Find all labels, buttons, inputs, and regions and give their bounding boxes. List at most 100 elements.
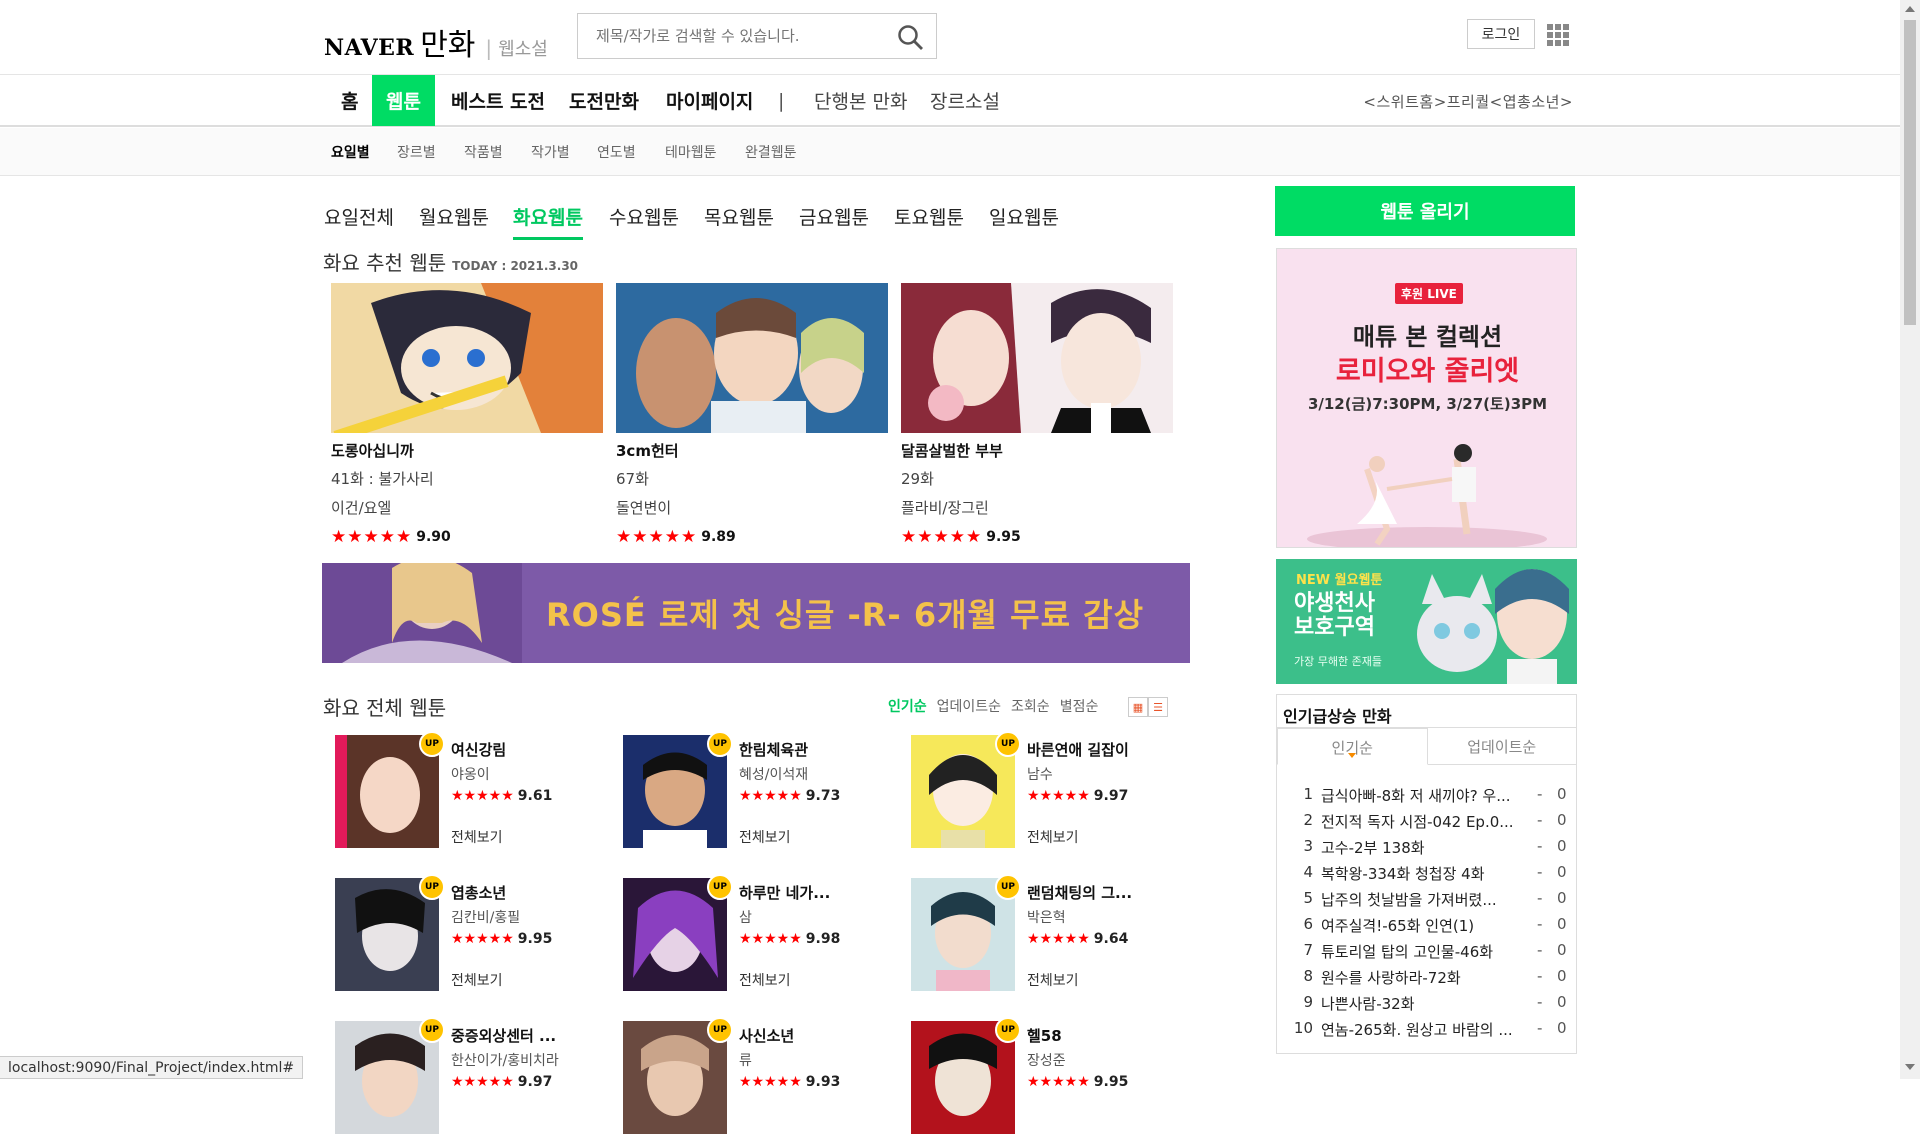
thumbnail-image[interactable] xyxy=(331,283,603,433)
nav-books[interactable]: 단행본 만화 xyxy=(814,75,907,126)
nav-home[interactable]: 홈 xyxy=(341,75,358,126)
card-title[interactable]: 도롱아십니까 xyxy=(331,440,603,464)
webtoon-item[interactable]: UP 엽총소년 김칸비/홍필 ★★★★★ 9.95 전체보기 xyxy=(335,874,605,998)
naver-logo[interactable]: NAVER xyxy=(324,35,414,61)
promo-banner[interactable]: ROSÉ 로제 첫 싱글 -R- 6개월 무료 감상 xyxy=(322,563,1190,663)
webtoon-item[interactable]: UP 헬58 장성준 ★★★★★ 9.95 xyxy=(911,1017,1181,1141)
logo[interactable]: NAVER 만화 | 웹소설 xyxy=(324,20,548,64)
subnav-theme[interactable]: 테마웹툰 xyxy=(665,142,717,162)
ad-banner-new-webtoon[interactable]: NEW 월요웹툰 야생천사 보호구역 가장 무해한 존재들 xyxy=(1276,559,1577,684)
recommend-card[interactable]: 도롱아십니까 41화 : 불가사리 이건/요엘 ★★★★★ 9.90 xyxy=(331,283,603,552)
ranking-item[interactable]: 3 고수-2부 138화 -0 xyxy=(1291,837,1571,858)
search-input[interactable] xyxy=(578,14,878,58)
ranking-item[interactable]: 10 연놈-265화. 원상고 바람의 ... -0 xyxy=(1291,1019,1571,1040)
rank-title[interactable]: 튜토리얼 탑의 고인물-46화 xyxy=(1321,941,1537,962)
rank-title[interactable]: 고수-2부 138화 xyxy=(1321,837,1537,858)
recommend-card[interactable]: 달콤살벌한 부부 29화 플라비/장그린 ★★★★★ 9.95 xyxy=(901,283,1173,552)
ranking-item[interactable]: 7 튜토리얼 탑의 고인물-46화 -0 xyxy=(1291,941,1571,962)
tab-all-days[interactable]: 요일전체 xyxy=(324,203,394,230)
scrollbar-thumb[interactable] xyxy=(1904,20,1916,325)
scroll-down-icon[interactable] xyxy=(1905,1064,1915,1070)
webtoon-item[interactable]: UP 여신강림 야옹이 ★★★★★ 9.61 전체보기 xyxy=(335,731,605,855)
webtoon-item[interactable]: UP 하루만 네가... 삼 ★★★★★ 9.98 전체보기 xyxy=(623,874,893,998)
webnovel-link[interactable]: 웹소설 xyxy=(498,35,548,61)
webtoon-item[interactable]: UP 사신소년 류 ★★★★★ 9.93 xyxy=(623,1017,893,1141)
vertical-scrollbar[interactable] xyxy=(1900,0,1920,1079)
nav-best-challenge[interactable]: 베스트 도전 xyxy=(451,75,545,126)
rank-title[interactable]: 나쁜사람-32화 xyxy=(1321,993,1537,1014)
sort-popular[interactable]: 인기순 xyxy=(888,696,927,716)
item-title[interactable]: 중증외상센터 ... xyxy=(451,1025,611,1046)
scroll-up-icon[interactable] xyxy=(1905,6,1915,12)
nav-genre-novel[interactable]: 장르소설 xyxy=(930,75,1000,126)
upload-webtoon-button[interactable]: 웹툰 올리기 xyxy=(1275,186,1575,236)
ad-banner-ballet[interactable]: 후원 LIVE 매튜 본 컬렉션 로미오와 줄리엣 3/12(금)7:30PM,… xyxy=(1276,248,1577,548)
view-all-link[interactable]: 전체보기 xyxy=(451,827,503,847)
tab-friday[interactable]: 금요웹툰 xyxy=(799,203,869,230)
item-title[interactable]: 바른연애 길잡이 xyxy=(1027,739,1187,760)
nav-mypage[interactable]: 마이페이지 xyxy=(666,75,753,126)
subnav-genre[interactable]: 장르별 xyxy=(397,142,436,162)
sort-update[interactable]: 업데이트순 xyxy=(937,696,1001,716)
item-title[interactable]: 헬58 xyxy=(1027,1025,1187,1046)
manhwa-logo[interactable]: 만화 xyxy=(420,20,475,64)
thumbnail-image[interactable] xyxy=(616,283,888,433)
rank-title[interactable]: 여주실격!-65화 인연(1) xyxy=(1321,915,1537,936)
item-title[interactable]: 한림체육관 xyxy=(739,739,899,760)
tab-thursday[interactable]: 목요웹툰 xyxy=(704,203,774,230)
webtoon-item[interactable]: UP 랜덤채팅의 그... 박은혁 ★★★★★ 9.64 전체보기 xyxy=(911,874,1181,998)
search-icon[interactable] xyxy=(896,23,924,51)
sort-views[interactable]: 조회순 xyxy=(1011,696,1050,716)
tab-wednesday[interactable]: 수요웹툰 xyxy=(609,203,679,230)
grid-view-icon[interactable]: ▦ xyxy=(1128,697,1148,717)
promo-link[interactable]: <스위트홈>프리퀄<엽총소년> xyxy=(1363,91,1573,112)
nav-challenge[interactable]: 도전만화 xyxy=(569,75,639,126)
tab-saturday[interactable]: 토요웹툰 xyxy=(894,203,964,230)
tab-monday[interactable]: 월요웹툰 xyxy=(419,203,489,230)
tab-ranking-popular[interactable]: 인기순 xyxy=(1277,728,1428,765)
thumbnail-image[interactable] xyxy=(901,283,1173,433)
subnav-year[interactable]: 연도별 xyxy=(597,142,636,162)
item-title[interactable]: 여신강림 xyxy=(451,739,611,760)
view-all-link[interactable]: 전체보기 xyxy=(739,970,791,990)
view-all-link[interactable]: 전체보기 xyxy=(1027,827,1079,847)
banner-text[interactable]: ROSÉ 로제 첫 싱글 -R- 6개월 무료 감상 xyxy=(546,590,1144,636)
tab-ranking-update[interactable]: 업데이트순 xyxy=(1427,728,1576,765)
tab-sunday[interactable]: 일요웹툰 xyxy=(989,203,1059,230)
item-title[interactable]: 랜덤채팅의 그... xyxy=(1027,882,1187,903)
card-title[interactable]: 달콤살벌한 부부 xyxy=(901,440,1173,464)
ranking-item[interactable]: 1 급식아빠-8화 저 새끼야? 우... -0 xyxy=(1291,785,1571,806)
ranking-item[interactable]: 8 원수를 사랑하라-72화 -0 xyxy=(1291,967,1571,988)
ranking-item[interactable]: 6 여주실격!-65화 인연(1) -0 xyxy=(1291,915,1571,936)
rank-title[interactable]: 연놈-265화. 원상고 바람의 ... xyxy=(1321,1019,1537,1040)
nav-webtoon[interactable]: 웹툰 xyxy=(372,75,435,126)
view-all-link[interactable]: 전체보기 xyxy=(739,827,791,847)
list-view-icon[interactable]: ☰ xyxy=(1148,697,1168,717)
grid-icon[interactable] xyxy=(1547,24,1569,46)
ranking-item[interactable]: 9 나쁜사람-32화 -0 xyxy=(1291,993,1571,1014)
webtoon-item[interactable]: UP 한림체육관 혜성/이석재 ★★★★★ 9.73 전체보기 xyxy=(623,731,893,855)
rank-title[interactable]: 복학왕-334화 청첩장 4화 xyxy=(1321,863,1537,884)
item-title[interactable]: 사신소년 xyxy=(739,1025,899,1046)
ranking-item[interactable]: 4 복학왕-334화 청첩장 4화 -0 xyxy=(1291,863,1571,884)
ranking-item[interactable]: 2 전지적 독자 시점-042 Ep.0... -0 xyxy=(1291,811,1571,832)
card-title[interactable]: 3cm헌터 xyxy=(616,440,888,464)
subnav-author[interactable]: 작가별 xyxy=(531,142,570,162)
rank-title[interactable]: 납주의 첫날밤을 가져버렸... xyxy=(1321,889,1537,910)
rank-title[interactable]: 전지적 독자 시점-042 Ep.0... xyxy=(1321,811,1537,832)
item-title[interactable]: 하루만 네가... xyxy=(739,882,899,903)
rank-title[interactable]: 급식아빠-8화 저 새끼야? 우... xyxy=(1321,785,1537,806)
view-all-link[interactable]: 전체보기 xyxy=(451,970,503,990)
tab-tuesday[interactable]: 화요웹툰 xyxy=(513,203,583,240)
recommend-card[interactable]: 3cm헌터 67화 돌연변이 ★★★★★ 9.89 xyxy=(616,283,888,552)
webtoon-item[interactable]: UP 바른연애 길잡이 남수 ★★★★★ 9.97 전체보기 xyxy=(911,731,1181,855)
login-button[interactable]: 로그인 xyxy=(1467,19,1535,49)
ranking-item[interactable]: 5 납주의 첫날밤을 가져버렸... -0 xyxy=(1291,889,1571,910)
view-all-link[interactable]: 전체보기 xyxy=(1027,970,1079,990)
rank-title[interactable]: 원수를 사랑하라-72화 xyxy=(1321,967,1537,988)
sort-rating[interactable]: 별점순 xyxy=(1060,696,1099,716)
subnav-title[interactable]: 작품별 xyxy=(464,142,503,162)
webtoon-item[interactable]: UP 중증외상센터 ... 한산이가/홍비치라 ★★★★★ 9.97 xyxy=(335,1017,605,1141)
item-title[interactable]: 엽총소년 xyxy=(451,882,611,903)
subnav-weekday[interactable]: 요일별 xyxy=(331,142,370,162)
